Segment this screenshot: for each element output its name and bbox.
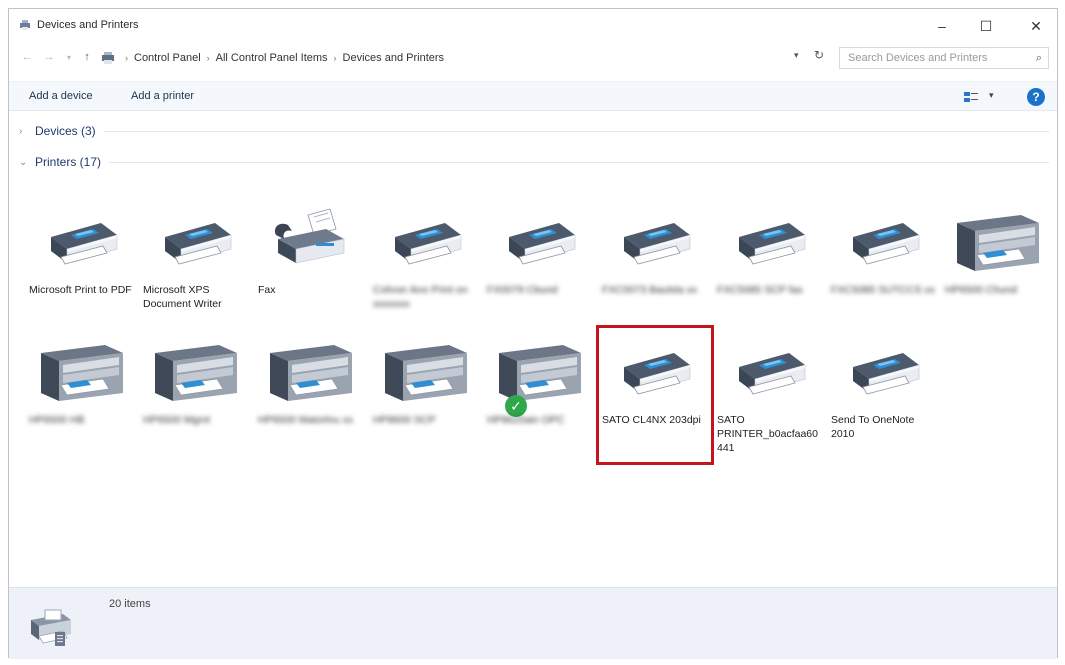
printer-name-label: Cohner Ano Print on xxxxxxx (373, 284, 468, 310)
address-breadcrumb[interactable]: › Control Panel › All Control Panel Item… (101, 47, 821, 69)
address-dropdown-icon[interactable]: ▾ (794, 50, 799, 61)
breadcrumb-separator-icon: › (206, 53, 210, 63)
printer-item[interactable]: Send To OneNote 2010 (829, 335, 937, 455)
search-icon[interactable]: ⌕ (1036, 52, 1042, 65)
close-button[interactable]: ✕ (1021, 15, 1051, 37)
forward-arrow-icon[interactable]: → (41, 49, 57, 65)
printer-icon (614, 205, 694, 277)
printers-group-label: Printers (17) (35, 155, 102, 169)
printer-icon (41, 205, 121, 277)
devices-printers-app-icon (20, 20, 30, 30)
printer-name-label: HP6500 Chund (945, 284, 1017, 296)
recent-locations-icon[interactable]: ▾ (61, 49, 77, 65)
address-row: ← → ▾ ↑ › Control Panel › All Control Pa… (9, 45, 1057, 71)
printer-name-label: HP6500 Mgmt (143, 414, 211, 426)
devices-and-printers-window: Devices and Printers – ☐ ✕ ← → ▾ ↑ › Con… (8, 8, 1058, 659)
help-icon[interactable]: ? (1027, 88, 1045, 106)
printer-name-label: FXC5085 SCP fas (717, 284, 803, 296)
printer-item[interactable]: SATO PRINTER_b0acfaa60441 (715, 335, 823, 455)
printer-name-label: Microsoft XPS Document Writer (143, 284, 222, 310)
printer-icon (729, 335, 809, 407)
chevron-down-icon: ⌄ (19, 156, 28, 168)
refresh-icon[interactable]: ↻ (814, 48, 824, 62)
breadcrumb-separator-icon: › (333, 53, 337, 63)
printer-item[interactable]: FXC5085 SUTCCS xx (829, 205, 937, 325)
control-panel-icon (102, 52, 114, 64)
mfp-icon (155, 335, 237, 407)
printer-item[interactable]: HP6500 Chund (943, 205, 1051, 325)
mfp-icon (957, 205, 1039, 277)
printer-item[interactable]: FXC0073 Baulsla xx (600, 205, 708, 325)
command-bar: Add a device Add a printer ▾ ? (9, 81, 1057, 111)
breadcrumb-separator-icon: › (125, 53, 128, 63)
printer-details-icon (31, 609, 71, 646)
printer-item[interactable]: FXC5085 SCP fas (715, 205, 823, 325)
printer-item[interactable]: HP6500 Matorlnu xx (256, 335, 364, 455)
printer-name-label: SATO PRINTER_b0acfaa60441 (717, 414, 818, 454)
printer-icon (385, 205, 465, 277)
printers-group-header[interactable]: ⌄ Printers (17) (19, 152, 1049, 172)
minimize-button[interactable]: – (927, 15, 957, 37)
printer-item[interactable]: HP6500 HB (27, 335, 135, 455)
mfp-icon (270, 335, 352, 407)
up-arrow-icon[interactable]: ↑ (79, 49, 95, 65)
printer-name-label: Fax (258, 284, 276, 296)
item-count: 20 items (109, 598, 151, 610)
printer-name-label: FXC0073 Baulsla xx (602, 284, 698, 296)
search-input[interactable]: Search Devices and Printers ⌕ (839, 47, 1049, 69)
printer-item[interactable]: Microsoft Print to PDF (27, 205, 135, 325)
printer-name-label: HP8625ain OPC (487, 414, 565, 426)
printer-icon (499, 205, 579, 277)
printer-name-label: Send To OneNote 2010 (831, 414, 915, 440)
chevron-right-icon: › (19, 125, 23, 137)
printer-icon (155, 205, 235, 277)
printer-item[interactable]: Cohner Ano Print on xxxxxxx (371, 205, 479, 325)
printer-item[interactable]: FX0079 Cbund (485, 205, 593, 325)
back-arrow-icon[interactable]: ← (19, 49, 35, 65)
printer-name-label: FX0079 Cbund (487, 284, 558, 296)
printer-icon (729, 205, 809, 277)
printer-icon (843, 335, 923, 407)
printer-name-label: FXC5085 SUTCCS xx (831, 284, 935, 296)
printer-item[interactable]: HP8600 SCP (371, 335, 479, 455)
fax-icon (270, 205, 350, 277)
group-divider (103, 130, 1049, 132)
selected-item-highlight (596, 325, 714, 465)
group-divider (109, 161, 1049, 163)
printer-item[interactable]: Fax (256, 205, 364, 325)
printer-name-label: HP8600 SCP (373, 414, 436, 426)
add-printer-button[interactable]: Add a printer (131, 90, 194, 102)
view-options-dropdown-icon[interactable]: ▾ (989, 90, 994, 101)
search-placeholder: Search Devices and Printers (848, 52, 988, 64)
printer-name-label: HP6500 HB (29, 414, 85, 426)
breadcrumb-devices-printers[interactable]: Devices and Printers (343, 52, 445, 64)
change-view-icon[interactable] (964, 92, 978, 102)
window-title: Devices and Printers (37, 19, 139, 31)
printer-item[interactable]: HP6500 Mgmt (141, 335, 249, 455)
mfp-icon (41, 335, 123, 407)
printer-name-label: HP6500 Matorlnu xx (258, 414, 354, 426)
printer-item[interactable]: Microsoft XPS Document Writer (141, 205, 249, 325)
devices-group-label: Devices (3) (35, 124, 96, 138)
breadcrumb-all-items[interactable]: All Control Panel Items (216, 52, 328, 64)
devices-group-header[interactable]: › Devices (3) (19, 121, 1049, 141)
printer-item[interactable]: ✓ HP8625ain OPC (485, 335, 593, 455)
printer-icon (843, 205, 923, 277)
printer-name-label: Microsoft Print to PDF (29, 284, 132, 296)
title-bar[interactable]: Devices and Printers – ☐ ✕ (9, 9, 1057, 41)
breadcrumb-control-panel[interactable]: Control Panel (134, 52, 201, 64)
mfp-icon (385, 335, 467, 407)
maximize-button[interactable]: ☐ (971, 15, 1001, 37)
add-device-button[interactable]: Add a device (29, 90, 93, 102)
details-pane: 20 items (9, 587, 1057, 659)
